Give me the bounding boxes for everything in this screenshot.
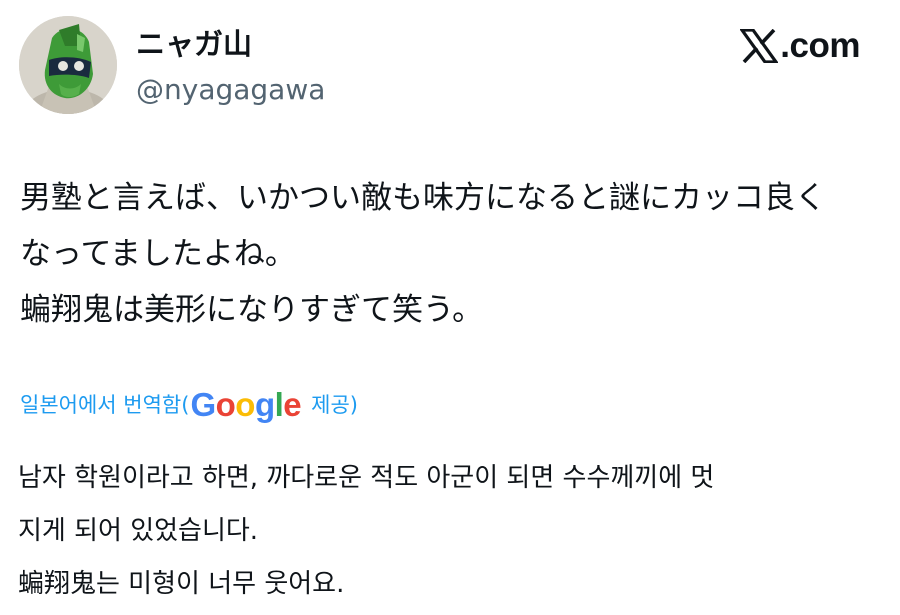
masked-green-figure-avatar-icon (19, 16, 117, 114)
google-logo-letter: G (190, 386, 216, 423)
tweet-text: 男塾と言えば、いかつい敵も味方になると謎にカッコ良く なってましたよね。 蝙翔鬼… (20, 170, 880, 338)
google-logo-letter: e (283, 386, 302, 423)
x-logo-icon (740, 29, 779, 63)
translated-text: 남자 학원이라고 하면, 까다로운 적도 아군이 되면 수수께끼에 멋 지게 되… (18, 452, 878, 611)
tweet-line: なってましたよね。 (20, 236, 296, 272)
translated-line: 蝙翔鬼는 미형이 너무 웃어요. (18, 569, 345, 599)
translated-line: 지게 되어 있었습니다. (18, 516, 259, 546)
tweet-line: 蝙翔鬼は美形になりすぎて笑う。 (20, 292, 484, 328)
author-display-name[interactable]: ニャガ山 (136, 24, 252, 64)
translation-prefix: 일본어에서 번역함( (20, 393, 190, 417)
x-com-brand: .com (740, 24, 860, 68)
google-logo-letter: o (235, 386, 255, 423)
tweet-line: 男塾と言えば、いかつい敵も味方になると謎にカッコ良く (20, 180, 826, 216)
google-logo-letter: o (215, 386, 236, 423)
translated-line: 남자 학원이라고 하면, 까다로운 적도 아군이 되면 수수께끼에 멋 (18, 463, 715, 493)
author-handle[interactable]: @nyagagawa (136, 72, 325, 108)
translation-suffix: 제공) (311, 393, 358, 417)
google-logo-letter: g (254, 386, 275, 423)
brand-label: .com (780, 26, 860, 65)
author-avatar[interactable] (19, 16, 117, 114)
google-logo-letter: l (274, 386, 284, 423)
translation-attribution[interactable]: 일본어에서 번역함( Google 제공) (20, 381, 358, 429)
google-logo: Google (190, 381, 301, 429)
